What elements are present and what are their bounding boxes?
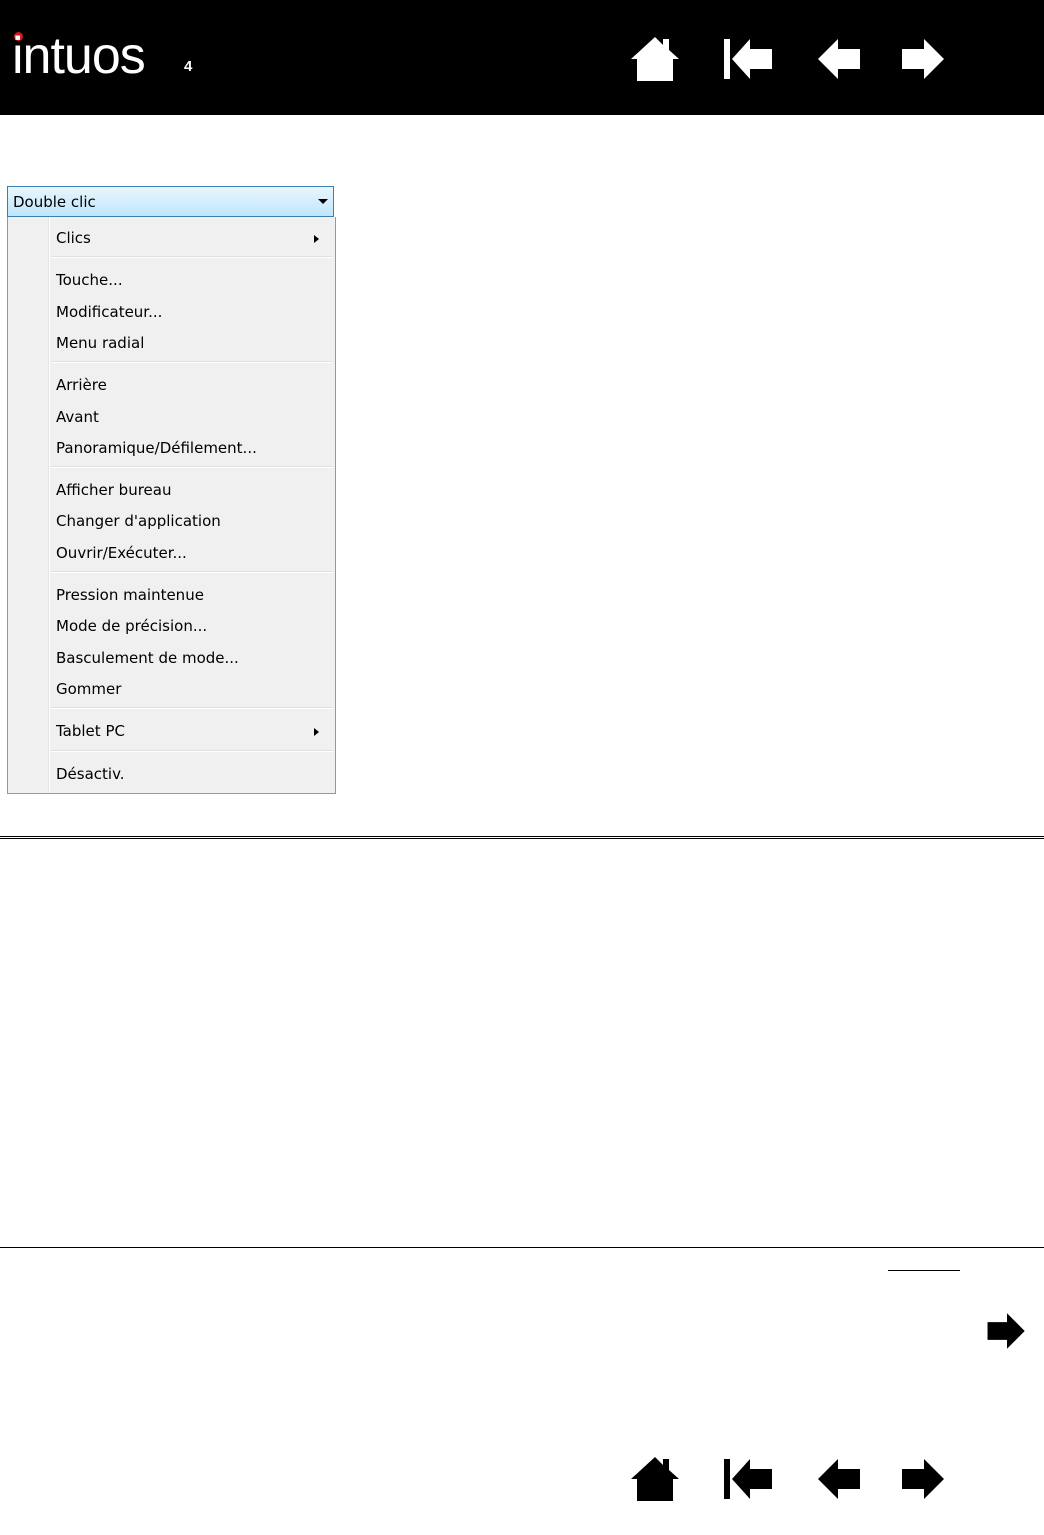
menu-separator [51, 256, 333, 259]
menu-item[interactable]: Tablet PC [8, 715, 335, 743]
first-page-icon [724, 39, 772, 79]
first-page-icon [724, 1459, 772, 1499]
menu-separator [51, 571, 333, 573]
section-divider [0, 836, 1044, 839]
menu-item[interactable]: Menu radial [8, 327, 335, 355]
menu-item-label: Basculement de mode... [56, 648, 239, 667]
menu-item-label: Ouvrir/Exécuter... [56, 543, 187, 562]
menu-item-label: Gommer [56, 679, 122, 698]
menu-item[interactable]: Avant [8, 401, 335, 429]
menu-item-label: Mode de précision... [56, 617, 208, 636]
menu-item[interactable]: Panoramique/Défilement... [8, 432, 335, 460]
menu-item-label: Afficher bureau [56, 481, 172, 500]
menu-item-label: Changer d'application [56, 512, 221, 531]
menu-item[interactable]: Afficher bureau [8, 474, 335, 502]
menu-item-label: Panoramique/Défilement... [56, 438, 257, 457]
menu-item[interactable]: Clics [8, 222, 335, 250]
next-page-icon [987, 1313, 1025, 1349]
menu-item-label: Modificateur... [56, 302, 163, 321]
menu-item-label: Désactiv. [56, 764, 125, 783]
menu-item[interactable]: Basculement de mode... [8, 642, 335, 670]
footer-divider [0, 1247, 1044, 1248]
dropdown-selected-value: Double clic [13, 193, 96, 211]
header-bar: intuos 4 [0, 0, 1044, 115]
next-page-icon [902, 1459, 944, 1499]
logo: intuos [12, 27, 146, 85]
previous-page-button[interactable] [808, 32, 868, 86]
menu-item[interactable]: Changer d'application [8, 505, 335, 533]
menu-item-label: Arrière [56, 376, 107, 395]
action-menu: Clics Touche... Modificateur... Menu radial… [7, 217, 336, 794]
next-page-button[interactable] [894, 32, 954, 86]
menu-item[interactable]: Pression maintenue [8, 579, 335, 607]
footer-previous-page-button[interactable] [808, 1452, 868, 1506]
continue-button[interactable] [984, 1308, 1034, 1358]
previous-page-icon [818, 1459, 860, 1499]
menu-item[interactable]: Gommer [8, 673, 335, 701]
home-button[interactable] [625, 32, 685, 86]
footer-home-button[interactable] [625, 1452, 685, 1506]
menu-item-label: Menu radial [56, 333, 145, 352]
menu-item[interactable]: Modificateur... [8, 296, 335, 324]
footer-first-page-button[interactable] [718, 1452, 778, 1506]
menu-separator [51, 466, 333, 469]
menu-item-label: Touche... [56, 271, 123, 290]
first-page-button[interactable] [718, 32, 778, 86]
chevron-down-icon [318, 199, 328, 204]
menu-item-label: Pression maintenue [56, 586, 204, 604]
menu-separator [51, 749, 333, 752]
menu-item-label: Clics [56, 229, 91, 247]
footer-next-page-button[interactable] [894, 1452, 954, 1506]
logo-model-number: 4 [184, 58, 193, 75]
home-icon [631, 1457, 679, 1501]
home-icon [631, 37, 679, 81]
menu-item-label: Avant [56, 407, 99, 426]
submenu-arrow-icon [314, 235, 319, 243]
menu-item[interactable]: Désactiv. [8, 758, 335, 786]
menu-separator [51, 361, 333, 364]
footnote-link-underline[interactable] [888, 1270, 960, 1271]
menu-item[interactable]: Arrière [8, 369, 335, 397]
menu-item[interactable]: Touche... [8, 264, 335, 292]
menu-item[interactable]: Ouvrir/Exécuter... [8, 537, 335, 565]
menu-item-label: Tablet PC [56, 722, 125, 741]
action-dropdown[interactable]: Double clic [7, 186, 334, 217]
submenu-arrow-icon [314, 728, 319, 737]
menu-separator [51, 707, 333, 710]
previous-page-icon [818, 39, 860, 79]
next-page-icon [902, 39, 944, 79]
menu-item[interactable]: Mode de précision... [8, 610, 335, 638]
